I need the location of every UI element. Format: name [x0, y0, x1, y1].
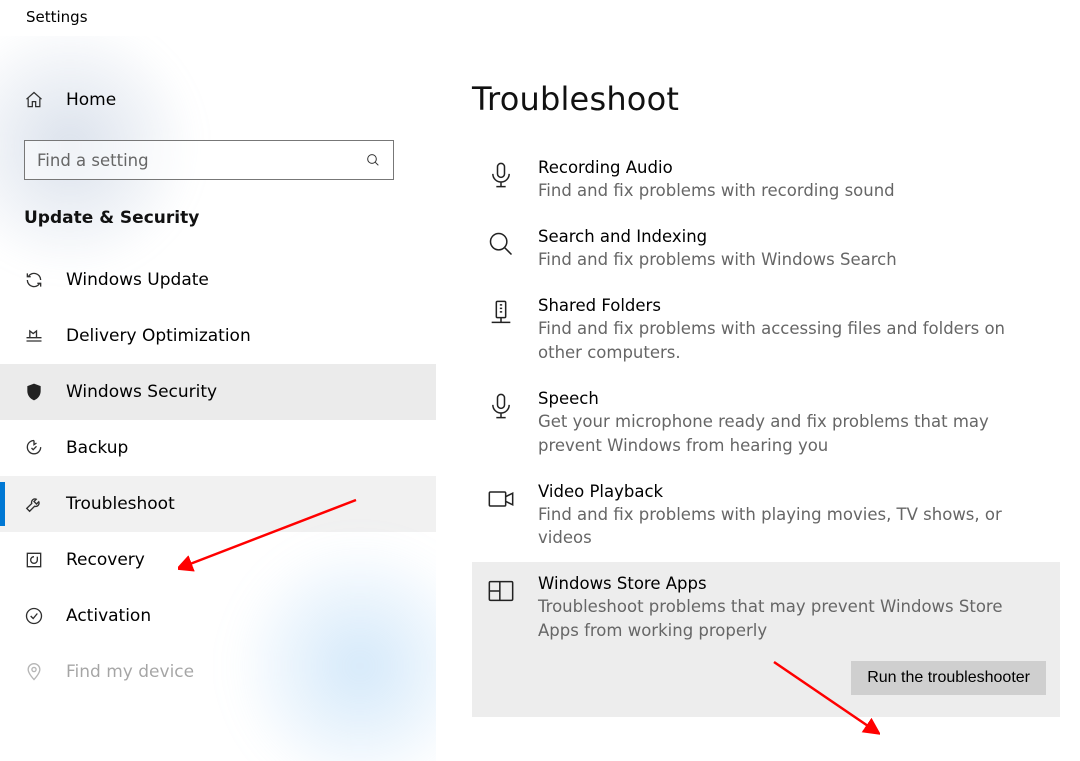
sidebar-item-label: Backup [66, 438, 128, 458]
microphone-icon [486, 160, 516, 190]
sidebar-item-label: Recovery [66, 550, 145, 570]
home-button[interactable]: Home [0, 76, 436, 124]
troubleshooter-title: Speech [538, 389, 1046, 408]
troubleshooter-title: Shared Folders [538, 296, 1046, 315]
server-icon [486, 298, 516, 328]
sidebar-item-label: Windows Update [66, 270, 209, 290]
window-title: Settings [0, 0, 1080, 36]
search-placeholder: Find a setting [37, 151, 149, 170]
sidebar-item-troubleshoot[interactable]: Troubleshoot [0, 476, 436, 532]
run-troubleshooter-button[interactable]: Run the troubleshooter [851, 661, 1046, 695]
troubleshooter-speech[interactable]: Speech Get your microphone ready and fix… [472, 377, 1060, 470]
shield-icon [24, 382, 44, 402]
sidebar-item-label: Delivery Optimization [66, 326, 251, 346]
sidebar: Home Find a setting Update & Security [0, 36, 436, 761]
main-content: Troubleshoot Recording Audio Find and fi… [436, 36, 1080, 761]
sidebar-item-windows-security[interactable]: Windows Security [0, 364, 436, 420]
category-label: Update & Security [0, 180, 436, 252]
sync-icon [24, 270, 44, 290]
troubleshooter-list: Recording Audio Find and fix problems wi… [472, 146, 1060, 717]
sidebar-item-label: Troubleshoot [66, 494, 175, 514]
troubleshooter-desc: Troubleshoot problems that may prevent W… [538, 595, 1046, 643]
home-label: Home [66, 90, 116, 110]
sidebar-item-activation[interactable]: Activation [0, 588, 436, 644]
search-input[interactable]: Find a setting [24, 140, 394, 180]
sidebar-item-label: Windows Security [66, 382, 217, 402]
troubleshooter-desc: Find and fix problems with recording sou… [538, 179, 1046, 203]
troubleshooter-search-indexing[interactable]: Search and Indexing Find and fix problem… [472, 215, 1060, 284]
sidebar-item-windows-update[interactable]: Windows Update [0, 252, 436, 308]
troubleshooter-desc: Find and fix problems with Windows Searc… [538, 248, 1046, 272]
delivery-icon [24, 326, 44, 346]
sidebar-item-recovery[interactable]: Recovery [0, 532, 436, 588]
sidebar-item-label: Activation [66, 606, 151, 626]
troubleshooter-title: Search and Indexing [538, 227, 1046, 246]
sidebar-item-backup[interactable]: Backup [0, 420, 436, 476]
sidebar-item-label: Find my device [66, 662, 194, 682]
sidebar-item-find-my-device[interactable]: Find my device [0, 644, 436, 700]
video-icon [486, 484, 516, 514]
recovery-icon [24, 550, 44, 570]
troubleshooter-desc: Get your microphone ready and fix proble… [538, 410, 1046, 458]
wrench-icon [24, 494, 44, 514]
page-title: Troubleshoot [472, 80, 1060, 118]
troubleshooter-recording-audio[interactable]: Recording Audio Find and fix problems wi… [472, 146, 1060, 215]
troubleshooter-title: Recording Audio [538, 158, 1046, 177]
sidebar-item-delivery-optimization[interactable]: Delivery Optimization [0, 308, 436, 364]
home-icon [24, 90, 44, 110]
troubleshooter-video-playback[interactable]: Video Playback Find and fix problems wit… [472, 470, 1060, 563]
troubleshooter-desc: Find and fix problems with accessing fil… [538, 317, 1046, 365]
sidebar-nav: Windows Update Delivery Optimization Win… [0, 252, 436, 700]
troubleshooter-shared-folders[interactable]: Shared Folders Find and fix problems wit… [472, 284, 1060, 377]
troubleshooter-title: Video Playback [538, 482, 1046, 501]
search-icon [365, 152, 381, 168]
troubleshooter-desc: Find and fix problems with playing movie… [538, 503, 1046, 551]
microphone-icon [486, 391, 516, 421]
troubleshooter-windows-store-apps[interactable]: Windows Store Apps Troubleshoot problems… [472, 562, 1060, 717]
search-icon [486, 229, 516, 259]
apps-icon [486, 576, 516, 606]
check-circle-icon [24, 606, 44, 626]
location-icon [24, 662, 44, 682]
troubleshooter-title: Windows Store Apps [538, 574, 1046, 593]
backup-icon [24, 438, 44, 458]
